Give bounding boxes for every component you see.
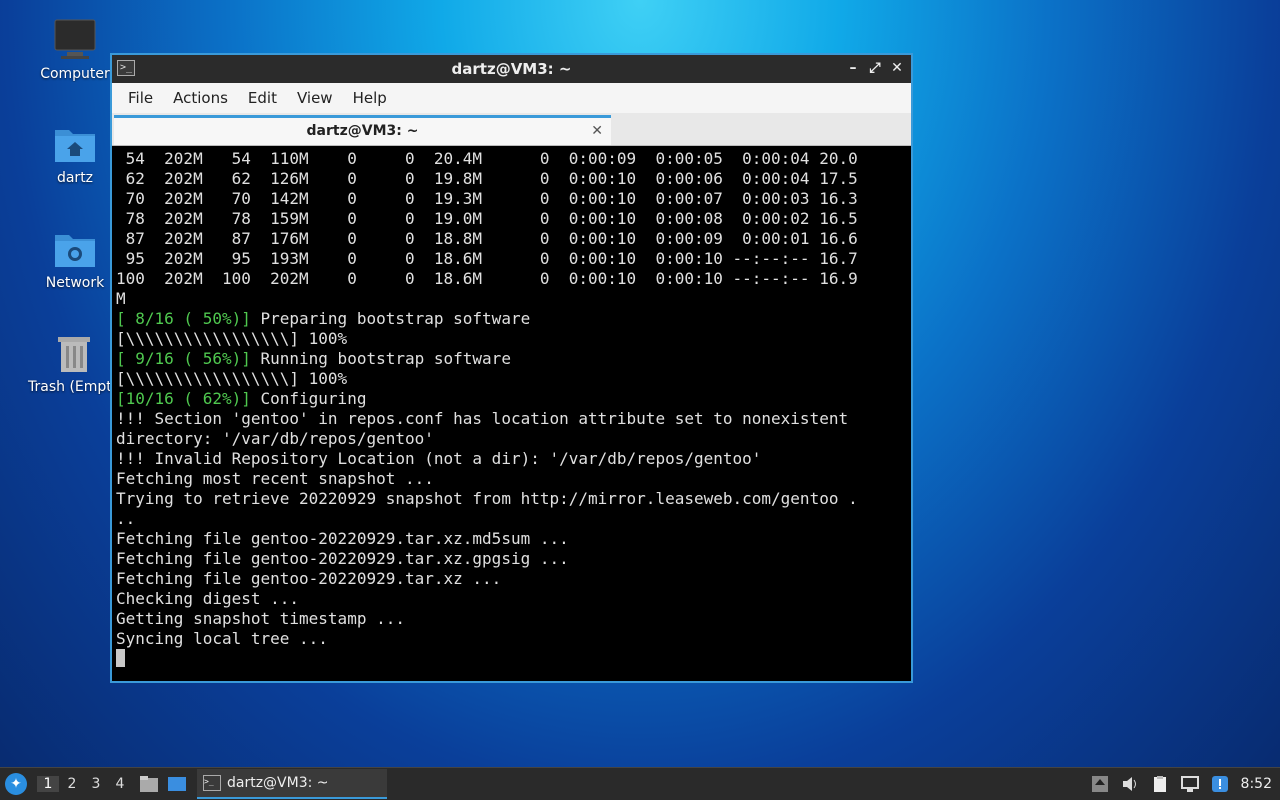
tab-close-icon[interactable]: ✕ xyxy=(591,118,603,144)
terminal-line: Checking digest ... xyxy=(116,589,300,608)
step-tag: [10/16 ( 62%)] xyxy=(116,389,251,408)
show-desktop-icon[interactable] xyxy=(167,775,187,793)
volume-icon[interactable] xyxy=(1121,775,1139,793)
task-label: dartz@VM3: ~ xyxy=(227,775,329,791)
step-tag: [ 9/16 ( 56%)] xyxy=(116,349,251,368)
workspace-2[interactable]: 2 xyxy=(61,776,83,792)
menu-help[interactable]: Help xyxy=(343,89,397,107)
terminal-line: Fetching file gentoo-20220929.tar.xz.gpg… xyxy=(116,549,569,568)
terminal-line: Trying to retrieve 20220929 snapshot fro… xyxy=(116,489,858,508)
step-text: Running bootstrap software xyxy=(250,349,511,368)
minimize-button[interactable]: – xyxy=(845,59,861,77)
terminal-line: [\\\\\\\\\\\\\\\\\] 100% xyxy=(116,369,348,388)
maximize-button[interactable]: ⤢ xyxy=(867,59,883,77)
step-tag: [ 8/16 ( 50%)] xyxy=(116,309,251,328)
network-folder-icon xyxy=(53,227,97,271)
terminal-window[interactable]: >_ dartz@VM3: ~ – ⤢ ✕ File Actions Edit … xyxy=(110,53,913,683)
trash-icon xyxy=(52,331,96,375)
step-text: Configuring xyxy=(250,389,367,408)
terminal-line: [\\\\\\\\\\\\\\\\\] 100% xyxy=(116,329,348,348)
terminal-line: directory: '/var/db/repos/gentoo' xyxy=(116,429,434,448)
terminal-line: Fetching most recent snapshot ... xyxy=(116,469,434,488)
window-title: dartz@VM3: ~ xyxy=(451,60,572,78)
terminal-line: 100 202M 100 202M 0 0 18.6M 0 0:00:10 0:… xyxy=(116,269,858,288)
tab-title: dartz@VM3: ~ xyxy=(306,123,419,139)
taskbar-task-terminal[interactable]: >_ dartz@VM3: ~ xyxy=(197,769,387,799)
terminal-line: Syncing local tree ... xyxy=(116,629,328,648)
menu-actions[interactable]: Actions xyxy=(163,89,238,107)
terminal-cursor xyxy=(116,649,125,667)
home-folder-icon xyxy=(53,122,97,166)
desktop-icon-home[interactable]: dartz xyxy=(28,122,122,186)
terminal-line: 87 202M 87 176M 0 0 18.8M 0 0:00:10 0:00… xyxy=(116,229,858,248)
desktop-icon-computer[interactable]: Computer xyxy=(28,18,122,82)
terminal-line: !!! Invalid Repository Location (not a d… xyxy=(116,449,762,468)
terminal-line: 62 202M 62 126M 0 0 19.8M 0 0:00:10 0:00… xyxy=(116,169,858,188)
workspace-3[interactable]: 3 xyxy=(85,776,107,792)
terminal-line: !!! Section 'gentoo' in repos.conf has l… xyxy=(116,409,849,428)
terminal-line: 70 202M 70 142M 0 0 19.3M 0 0:00:10 0:00… xyxy=(116,189,858,208)
notification-icon[interactable] xyxy=(1211,775,1229,793)
clipboard-icon[interactable] xyxy=(1151,775,1169,793)
desktop-icon-label: Computer xyxy=(40,66,110,82)
terminal-line: 78 202M 78 159M 0 0 19.0M 0 0:00:10 0:00… xyxy=(116,209,858,228)
terminal-line: [10/16 ( 62%)] Configuring xyxy=(116,389,911,409)
tab-bar: dartz@VM3: ~ ✕ xyxy=(112,113,911,146)
clock[interactable]: 8:52 xyxy=(1241,776,1272,792)
desktop-icon-label: Network xyxy=(45,275,105,291)
terminal-line: M xyxy=(116,289,126,308)
terminal-cursor-line xyxy=(116,649,911,669)
terminal-line: Getting snapshot timestamp ... xyxy=(116,609,405,628)
terminal-task-icon: >_ xyxy=(203,775,221,791)
terminal-line: [ 8/16 ( 50%)] Preparing bootstrap softw… xyxy=(116,309,911,329)
terminal-line: Fetching file gentoo-20220929.tar.xz.md5… xyxy=(116,529,569,548)
close-button[interactable]: ✕ xyxy=(889,59,905,77)
workspace-4[interactable]: 4 xyxy=(109,776,131,792)
desktop-icon-label: dartz xyxy=(56,170,94,186)
eject-icon[interactable] xyxy=(1091,775,1109,793)
menu-view[interactable]: View xyxy=(287,89,343,107)
terminal-output[interactable]: 54 202M 54 110M 0 0 20.4M 0 0:00:09 0:00… xyxy=(114,147,911,681)
terminal-line: Fetching file gentoo-20220929.tar.xz ... xyxy=(116,569,502,588)
window-titlebar[interactable]: >_ dartz@VM3: ~ – ⤢ ✕ xyxy=(112,55,911,83)
menu-edit[interactable]: Edit xyxy=(238,89,287,107)
desktop-icon-trash[interactable]: Trash (Empty) xyxy=(22,331,112,395)
terminal-line: .. xyxy=(116,509,136,528)
network-status-icon[interactable] xyxy=(1180,775,1199,793)
desktop-icon-network[interactable]: Network xyxy=(28,227,122,291)
menubar: File Actions Edit View Help xyxy=(112,83,911,113)
start-menu-icon[interactable]: ✦ xyxy=(5,773,27,795)
menu-file[interactable]: File xyxy=(118,89,163,107)
terminal-line: 54 202M 54 110M 0 0 20.4M 0 0:00:09 0:00… xyxy=(116,149,858,168)
workspace-1[interactable]: 1 xyxy=(37,776,59,792)
taskbar: ✦ 1 2 3 4 >_ dartz@VM3: ~ 8:52 xyxy=(0,767,1280,800)
step-text: Preparing bootstrap software xyxy=(250,309,531,328)
computer-icon xyxy=(53,18,97,62)
tab-terminal[interactable]: dartz@VM3: ~ ✕ xyxy=(114,115,611,145)
desktop-icon-label: Trash (Empty) xyxy=(28,379,112,395)
file-manager-icon[interactable] xyxy=(139,775,159,793)
terminal-line: 95 202M 95 193M 0 0 18.6M 0 0:00:10 0:00… xyxy=(116,249,858,268)
terminal-line: [ 9/16 ( 56%)] Running bootstrap softwar… xyxy=(116,349,911,369)
